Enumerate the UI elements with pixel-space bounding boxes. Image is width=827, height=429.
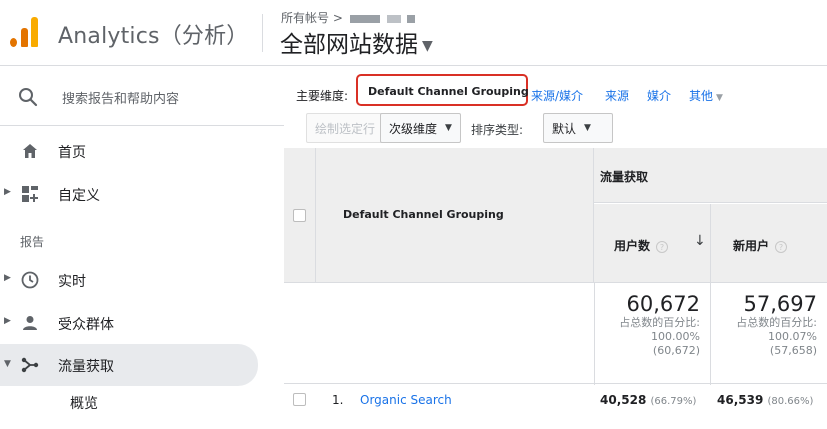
metric-group-title: 流量获取 — [600, 170, 649, 184]
view-selector[interactable]: 全部网站数据 ▼ — [280, 25, 433, 59]
total-new-users-abs: (57,658) — [769, 344, 817, 357]
total-new-users-pct-label: 占总数的百分比: — [736, 316, 817, 329]
sidebar-item-label: 流量获取 — [58, 359, 114, 375]
users-column-label: 用户数 — [614, 239, 651, 253]
primary-dimension-label: 主要维度: — [296, 89, 349, 103]
chevron-down-icon: ▼ — [4, 359, 11, 369]
dimension-link-medium[interactable]: 媒介 — [647, 87, 671, 104]
search-input[interactable]: 搜索报告和帮助内容 — [62, 88, 179, 107]
dimension-column-header[interactable]: Default Channel Grouping — [316, 148, 594, 282]
dimension-link-other-label: 其他 — [689, 89, 714, 103]
sidebar: 搜索报告和帮助内容 首页 ▶ 自定义 报告 ▶ 实时 ▶ 受众群体 ▼ 流量获取… — [0, 66, 284, 412]
sort-descending-icon[interactable]: ↓ — [694, 233, 706, 249]
plot-rows-button[interactable]: 绘制选定行 — [306, 113, 385, 143]
sidebar-item-label: 自定义 — [58, 188, 100, 204]
table-row: 1. Organic Search 40,528 (66.79%) 46,539… — [284, 385, 827, 415]
sidebar-item-label: 实时 — [58, 274, 86, 290]
sidebar-item-overview[interactable]: 概览 — [0, 389, 284, 429]
sort-type-value: 默认 — [552, 121, 577, 136]
total-users-pct-label: 占总数的百分比: — [619, 316, 700, 329]
plot-rows-label: 绘制选定行 — [315, 121, 376, 136]
section-label-reports: 报告 — [20, 235, 45, 249]
redacted-block — [407, 14, 416, 23]
metric-group-header: 流量获取 — [594, 148, 827, 203]
secondary-dimension-label: 次级维度 — [389, 121, 438, 136]
view-title: 全部网站数据 — [280, 32, 418, 58]
totals-row: 60,672 占总数的百分比: 100.00% (60,672) 57,697 … — [284, 282, 827, 385]
chevron-right-icon: ▶ — [4, 187, 11, 197]
person-icon — [20, 313, 40, 333]
primary-dimension-row: 主要维度: Default Channel Grouping 来源/媒介 来源 … — [284, 66, 827, 108]
chevron-down-icon: ▼ — [445, 123, 452, 133]
row-dimension-link[interactable]: Organic Search — [360, 393, 452, 407]
sidebar-item-label: 概览 — [70, 396, 98, 412]
new-users-column-label: 新用户 — [733, 239, 770, 253]
sidebar-item-label: 首页 — [58, 145, 86, 161]
sidebar-item-acquisition[interactable]: ▼ 流量获取 — [0, 344, 258, 386]
secondary-dimension-dropdown[interactable]: 次级维度 ▼ — [380, 113, 461, 143]
dimension-default-channel-grouping[interactable]: Default Channel Grouping — [356, 74, 529, 106]
dimension-link-source[interactable]: 来源 — [605, 87, 629, 104]
breadcrumb-label: 所有帐号 > — [281, 11, 343, 25]
sidebar-search[interactable]: 搜索报告和帮助内容 — [0, 66, 284, 126]
clock-icon — [20, 270, 40, 290]
sort-type-label: 排序类型: — [471, 123, 524, 137]
total-new-users-value: 57,697 — [743, 292, 817, 316]
report-table: Default Channel Grouping 流量获取 用户数? ↓ 新用户… — [284, 148, 827, 407]
users-column-title: 用户数? — [614, 237, 669, 254]
total-new-users-cell: 57,697 占总数的百分比: 100.07% (57,658) — [711, 283, 827, 385]
dimension-link-source-medium[interactable]: 来源/媒介 — [531, 87, 583, 104]
row-users-value: 40,528 (66.79%) — [600, 393, 696, 407]
row-users-number: 40,528 — [600, 393, 647, 407]
home-icon — [20, 141, 40, 161]
row-new-users-pct: (80.66%) — [767, 396, 814, 407]
select-all-checkbox[interactable] — [293, 209, 306, 222]
header-divider — [262, 14, 263, 52]
dimension-active-label: Default Channel Grouping — [368, 85, 529, 98]
total-users-pct: 100.00% — [651, 330, 700, 343]
analytics-logo[interactable] — [10, 17, 40, 47]
total-users-abs: (60,672) — [652, 344, 700, 357]
sidebar-item-home[interactable]: 首页 — [0, 131, 284, 171]
table-toolbar: 绘制选定行 次级维度 ▼ 排序类型: 默认 ▼ — [284, 111, 827, 145]
users-column-header[interactable]: 用户数? ↓ — [594, 204, 710, 282]
column-divider — [710, 204, 711, 282]
sidebar-item-realtime[interactable]: ▶ 实时 — [0, 260, 284, 300]
sidebar-item-audience[interactable]: ▶ 受众群体 — [0, 303, 284, 343]
report-main: 主要维度: Default Channel Grouping 来源/媒介 来源 … — [284, 66, 827, 407]
chevron-down-icon: ▼ — [716, 93, 723, 103]
help-icon[interactable]: ? — [775, 240, 788, 253]
search-icon — [19, 88, 38, 107]
total-users-cell: 60,672 占总数的百分比: 100.00% (60,672) — [594, 283, 710, 385]
dashboard-icon — [20, 184, 40, 204]
acquisition-icon — [20, 355, 40, 375]
chevron-right-icon: ▶ — [4, 273, 11, 283]
help-icon[interactable]: ? — [656, 240, 669, 253]
redacted-block — [386, 14, 401, 23]
redacted-block — [349, 14, 380, 23]
top-header: Analytics（分析） 所有帐号 > 全部网站数据 ▼ — [0, 0, 827, 66]
new-users-column-title: 新用户? — [733, 237, 788, 254]
total-new-users-pct: 100.07% — [768, 330, 817, 343]
sidebar-item-label: 受众群体 — [58, 317, 114, 333]
row-users-pct: (66.79%) — [650, 396, 697, 407]
new-users-column-header[interactable]: 新用户? — [711, 204, 827, 282]
chevron-down-icon: ▼ — [422, 37, 433, 54]
row-new-users-value: 46,539 (80.66%) — [717, 393, 813, 407]
row-new-users-number: 46,539 — [717, 393, 764, 407]
dimension-link-other[interactable]: 其他 ▼ — [689, 87, 723, 104]
chevron-right-icon: ▶ — [4, 316, 11, 326]
row-index: 1. — [332, 393, 344, 407]
sort-type-dropdown[interactable]: 默认 ▼ — [543, 113, 613, 143]
chevron-down-icon: ▼ — [584, 123, 591, 133]
total-users-value: 60,672 — [626, 292, 700, 316]
header-checkbox-cell — [284, 148, 316, 282]
breadcrumb[interactable]: 所有帐号 > — [281, 9, 416, 26]
sidebar-item-customization[interactable]: ▶ 自定义 — [0, 174, 284, 214]
dimension-column-title: Default Channel Grouping — [343, 208, 504, 221]
app-title: Analytics（分析） — [58, 24, 249, 49]
